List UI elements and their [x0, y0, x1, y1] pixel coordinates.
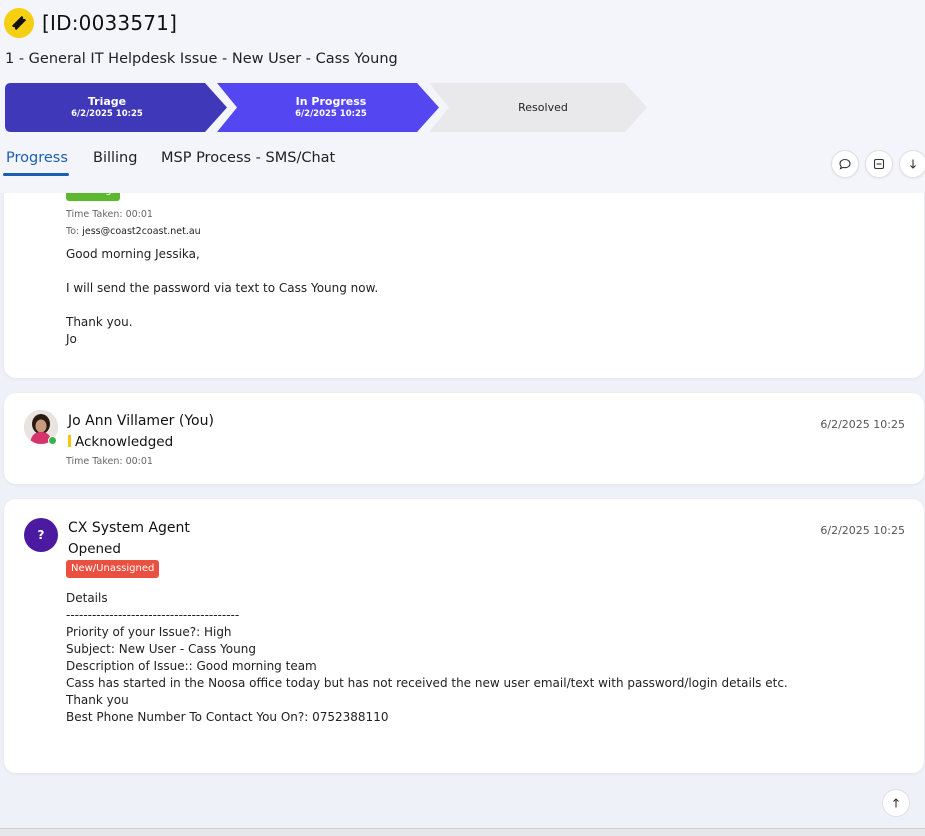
status-pipeline: Triage 6/2/2025 10:25 In Progress 6/2/20… [5, 83, 650, 132]
comment-icon [839, 158, 851, 170]
status-marker [68, 435, 71, 447]
tab-progress[interactable]: Progress [6, 150, 68, 172]
ticket-id: [ID:0033571] [42, 11, 178, 35]
entry-status: Acknowledged [68, 434, 173, 450]
collapse-icon [873, 158, 885, 170]
entry-timestamp: 6/2/2025 10:25 [820, 418, 905, 431]
opened-entry-card: ? CX System Agent Opened New/Unassigned … [4, 499, 924, 773]
stage-date: 6/2/2025 10:25 [295, 109, 367, 119]
status-badge: Waiting [66, 193, 120, 201]
entry-status: Opened [68, 541, 121, 557]
scroll-to-top-button[interactable] [882, 789, 910, 817]
to-label: To: [66, 226, 80, 237]
agent-avatar: ? [24, 518, 58, 552]
online-status-indicator [48, 436, 57, 445]
acknowledged-entry-card: Jo Ann Villamer (You) Acknowledged Time … [4, 393, 924, 484]
add-comment-button[interactable] [831, 150, 859, 178]
sort-down-button[interactable] [899, 150, 925, 178]
email-body: Good morning Jessika, I will send the pa… [66, 247, 379, 346]
stage-date: 6/2/2025 10:25 [71, 109, 143, 119]
active-tab-indicator [3, 173, 69, 176]
status-label: Acknowledged [75, 434, 174, 450]
stage-resolved[interactable]: Resolved [429, 83, 647, 132]
bottom-scrollbar[interactable] [0, 828, 925, 836]
tab-msp-process[interactable]: MSP Process - SMS/Chat [161, 150, 335, 172]
collapse-all-button[interactable] [865, 150, 893, 178]
entry-author: Jo Ann Villamer (You) [68, 413, 214, 429]
ticket-icon [4, 8, 34, 38]
tab-billing[interactable]: Billing [93, 150, 137, 172]
stage-label: Resolved [518, 100, 568, 114]
time-taken: Time Taken: 00:01 [66, 209, 153, 220]
up-arrow-icon [893, 798, 899, 808]
stage-in-progress[interactable]: In Progress 6/2/2025 10:25 [217, 83, 439, 132]
stage-triage[interactable]: Triage 6/2/2025 10:25 [5, 83, 227, 132]
ticket-title: 1 - General IT Helpdesk Issue - New User… [5, 51, 398, 67]
ticket-header: [ID:0033571] 1 - General IT Helpdesk Iss… [0, 0, 925, 193]
email-entry-card: Waiting Time Taken: 00:01 To: jess@coast… [4, 193, 924, 378]
entry-author: CX System Agent [68, 520, 190, 536]
stage-label: Triage [87, 95, 127, 108]
stage-label: In Progress [295, 95, 367, 108]
to-address[interactable]: jess@coast2coast.net.au [82, 226, 200, 237]
progress-feed[interactable]: Waiting Time Taken: 00:01 To: jess@coast… [0, 193, 925, 836]
status-badge: New/Unassigned [66, 560, 160, 578]
down-arrow-icon [910, 159, 916, 169]
entry-timestamp: 6/2/2025 10:25 [820, 524, 905, 537]
time-taken: Time Taken: 00:01 [66, 456, 153, 467]
email-recipient: To: jess@coast2coast.net.au [66, 226, 201, 237]
ticket-details-body: Details --------------------------------… [66, 591, 788, 724]
